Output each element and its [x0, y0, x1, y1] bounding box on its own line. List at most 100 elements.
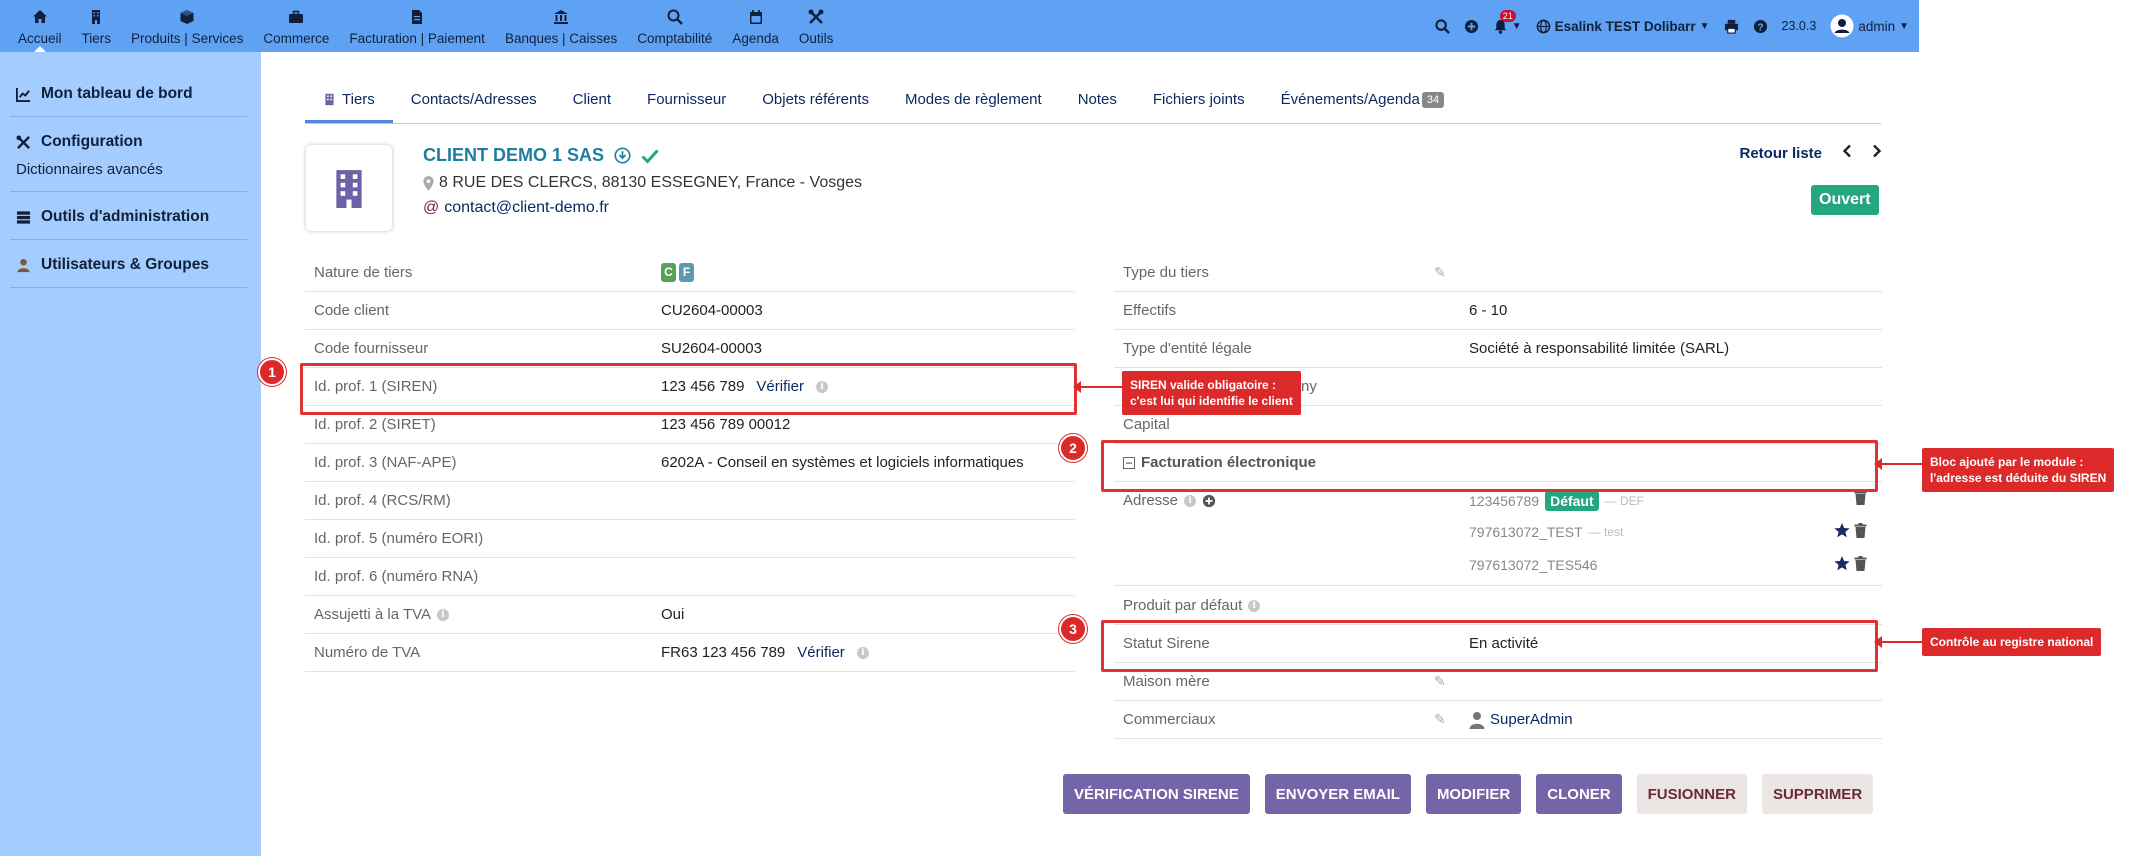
notification-count: 21 [1499, 9, 1516, 22]
sidebar-divider [10, 287, 247, 288]
edit-pencil-icon[interactable]: ✎ [1434, 673, 1446, 690]
bank-icon [554, 10, 569, 24]
top-menu: Accueil Tiers Produits | Services Commer… [8, 0, 843, 52]
field-label-text: Adresse [1123, 492, 1179, 509]
user-name: admin [1858, 18, 1896, 34]
trash-icon[interactable] [1854, 490, 1867, 505]
star-icon[interactable] [1834, 523, 1850, 538]
info-icon: i [815, 380, 828, 393]
collapse-minus-icon[interactable] [1123, 456, 1135, 469]
menu-billing[interactable]: Facturation | Paiement [339, 0, 495, 52]
field-row-siren: Id. prof. 1 (SIREN) 123 456 789 Vérifier… [305, 368, 1075, 406]
thirdparty-email[interactable]: @ contact@client-demo.fr [423, 199, 609, 217]
menu-commerce[interactable]: Commerce [253, 0, 339, 52]
search-icon [1435, 18, 1450, 34]
sidebar-item-configuration[interactable]: Configuration [0, 133, 261, 151]
trash-icon[interactable] [1854, 523, 1867, 538]
top-bar: Accueil Tiers Produits | Services Commer… [0, 0, 1919, 52]
tab-supplier[interactable]: Fournisseur [629, 85, 744, 123]
tools-icon [808, 9, 824, 24]
menu-accounting[interactable]: Comptabilité [627, 0, 722, 52]
verify-sirene-button[interactable]: Vérification SIRENE [1063, 774, 1250, 814]
einvoice-address-actions [1834, 556, 1867, 571]
field-label: Id. prof. 2 (SIRET) [314, 416, 436, 433]
previous-record-icon[interactable] [1842, 144, 1852, 162]
sidebar-item-dashboard[interactable]: Mon tableau de bord [0, 85, 261, 103]
field-row-legal-entity: Type d'entité légale Société à responsab… [1114, 330, 1882, 368]
field-row-rna: Id. prof. 6 (numéro RNA) [305, 558, 1075, 596]
thirdparty-logo[interactable] [306, 145, 392, 231]
action-buttons: Vérification SIRENE Envoyer email Modifi… [1063, 774, 1874, 814]
top-right-tools: 21 ▼ Esalink TEST Dolibarr ▼ ? 23.0.3 ad… [1435, 0, 1909, 52]
menu-tools[interactable]: Outils [789, 0, 844, 52]
tab-referent-objects[interactable]: Objets référents [744, 85, 887, 123]
tab-thirdparty[interactable]: Tiers [305, 85, 393, 123]
tab-contacts[interactable]: Contacts/Adresses [393, 85, 555, 123]
sales-rep-link[interactable]: SuperAdmin [1490, 711, 1573, 728]
sidebar-subitem-dictionaries[interactable]: Dictionnaires avancés [0, 161, 261, 178]
company-selector[interactable]: Esalink TEST Dolibarr ▼ [1536, 19, 1710, 34]
menu-products[interactable]: Produits | Services [121, 0, 253, 52]
user-menu[interactable]: admin ▼ [1830, 14, 1909, 38]
trash-icon[interactable] [1854, 556, 1867, 571]
next-record-icon[interactable] [1872, 144, 1882, 162]
verify-siren-link[interactable]: Vérifier [756, 378, 804, 395]
edit-pencil-icon[interactable]: ✎ [1434, 711, 1446, 728]
field-row-supplier-code: Code fournisseur SU2604-00003 [305, 330, 1075, 368]
sidebar-item-users-groups[interactable]: Utilisateurs & Groupes [0, 256, 261, 274]
tab-attached-files[interactable]: Fichiers joints [1135, 85, 1263, 123]
menu-banks-label: Banques | Caisses [504, 31, 618, 46]
print-button[interactable] [1724, 19, 1739, 34]
clone-button[interactable]: Cloner [1536, 774, 1622, 814]
add-address-icon[interactable] [1202, 494, 1216, 508]
field-row-sirene-status: Statut Sirene En activité [1114, 625, 1882, 663]
calendar-icon [749, 10, 762, 24]
back-to-list-link[interactable]: Retour liste [1739, 145, 1822, 162]
version-label: 23.0.3 [1781, 19, 1817, 33]
tab-events-agenda[interactable]: Événements/Agenda 34 [1263, 85, 1463, 123]
building-icon [92, 10, 101, 24]
menu-home[interactable]: Accueil [8, 0, 72, 52]
notifications-button[interactable]: 21 ▼ [1493, 9, 1522, 34]
tab-customer[interactable]: Client [555, 85, 629, 123]
info-icon: i [1184, 494, 1197, 507]
sidebar-item-admin-tools[interactable]: Outils d'administration [0, 208, 261, 226]
annotation-callout-2: Bloc ajouté par le module : l'adresse es… [1922, 448, 2115, 492]
menu-agenda[interactable]: Agenda [722, 0, 789, 52]
field-label: Code fournisseur [314, 340, 429, 357]
annotation-arrow-2 [1874, 458, 1922, 470]
verify-vat-link[interactable]: Vérifier [797, 644, 845, 661]
callout-line: l'adresse est déduite du SIREN [1930, 471, 2107, 485]
delete-button[interactable]: Supprimer [1761, 774, 1874, 814]
tab-payment-modes[interactable]: Modes de règlement [887, 85, 1060, 123]
send-email-button[interactable]: Envoyer email [1264, 774, 1411, 814]
edit-pencil-icon[interactable]: ✎ [1434, 264, 1446, 281]
einvoice-section-header[interactable]: Facturation électronique [1114, 444, 1882, 482]
menu-products-label: Produits | Services [131, 31, 244, 46]
user-avatar-icon [1830, 14, 1854, 38]
tab-notes[interactable]: Notes [1060, 85, 1135, 123]
field-value: SuperAdmin [1469, 711, 1573, 729]
customer-badge: C [661, 263, 676, 282]
einvoice-address-item[interactable]: 797613072_TES546 [1469, 557, 1597, 573]
einvoice-address-item[interactable]: 123456789 Défaut — DEF [1469, 491, 1644, 511]
chevron-down-icon: ▼ [1699, 20, 1710, 32]
field-label: Adresse i [1123, 492, 1216, 509]
einvoice-address-item[interactable]: 797613072_TEST — test [1469, 524, 1623, 540]
menu-thirdparties[interactable]: Tiers [72, 0, 122, 52]
callout-line: SIREN valide obligatoire : [1130, 378, 1277, 392]
search-button[interactable] [1435, 18, 1450, 34]
chevron-down-icon: ▼ [1899, 20, 1909, 32]
field-label: Id. prof. 3 (NAF-APE) [314, 454, 457, 471]
field-value: FR63 123 456 789 Vérifier i [661, 644, 869, 661]
quick-add-button[interactable] [1464, 19, 1479, 34]
callout-line: c'est lui qui identifie le client [1130, 394, 1293, 408]
merge-button[interactable]: Fusionner [1636, 774, 1747, 814]
star-icon[interactable] [1834, 556, 1850, 571]
field-label-text: Assujetti à la TVA [314, 606, 431, 623]
modify-button[interactable]: Modifier [1425, 774, 1522, 814]
menu-banks[interactable]: Banques | Caisses [495, 0, 627, 52]
help-button[interactable]: ? [1753, 19, 1768, 34]
field-label: Code client [314, 302, 390, 319]
download-circle-icon[interactable] [614, 147, 631, 164]
